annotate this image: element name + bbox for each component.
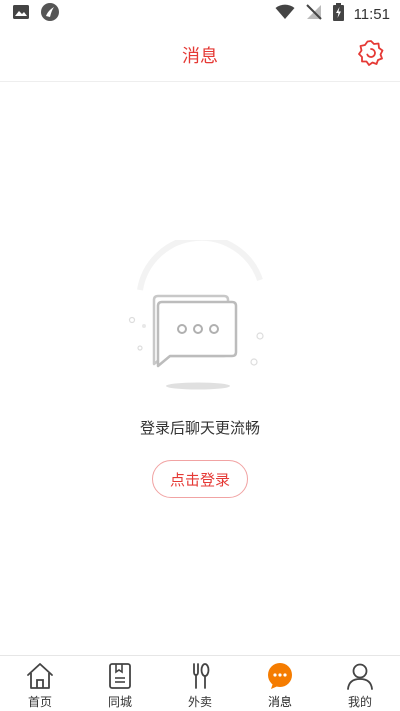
- utensils-icon: [185, 661, 215, 691]
- status-left: [12, 2, 60, 26]
- page-title: 消息: [182, 45, 218, 67]
- nav-label-messages: 消息: [267, 695, 292, 709]
- nav-item-takeout[interactable]: 外卖: [160, 656, 240, 711]
- empty-chat-illustration: [120, 234, 280, 400]
- image-icon: [12, 4, 30, 24]
- app-logo-icon: [40, 2, 60, 26]
- nav-label-local: 同城: [107, 695, 132, 709]
- messages-screen: 11:51 消息 登录后聊天更流畅 点击登录 首页 同城 外卖 消息 我的: [0, 0, 400, 711]
- nav-label-profile: 我的: [347, 695, 372, 709]
- settings-button[interactable]: [356, 40, 386, 70]
- nav-item-home[interactable]: 首页: [0, 656, 80, 711]
- nav-label-takeout: 外卖: [187, 695, 212, 709]
- empty-state-message: 登录后聊天更流畅: [139, 419, 260, 437]
- user-icon: [345, 661, 375, 691]
- header: 消息: [0, 28, 400, 82]
- login-button[interactable]: 点击登录: [152, 460, 248, 498]
- status-bar: 11:51: [0, 0, 400, 28]
- gear-icon: [357, 39, 385, 71]
- nav-item-messages[interactable]: 消息: [240, 656, 320, 711]
- home-icon: [25, 661, 55, 691]
- chat-bubble-icon: [265, 661, 295, 691]
- no-signal-icon: [305, 4, 323, 24]
- book-icon: [105, 661, 135, 691]
- login-button-label: 点击登录: [169, 470, 230, 489]
- nav-item-local[interactable]: 同城: [80, 656, 160, 711]
- wifi-icon: [275, 4, 295, 24]
- status-right: 11:51: [275, 3, 390, 25]
- nav-label-home: 首页: [27, 695, 52, 709]
- status-time: 11:51: [353, 5, 390, 23]
- battery-charging-icon: [332, 3, 344, 25]
- bottom-nav: 首页 同城 外卖 消息 我的: [0, 655, 400, 711]
- nav-item-profile[interactable]: 我的: [320, 656, 400, 711]
